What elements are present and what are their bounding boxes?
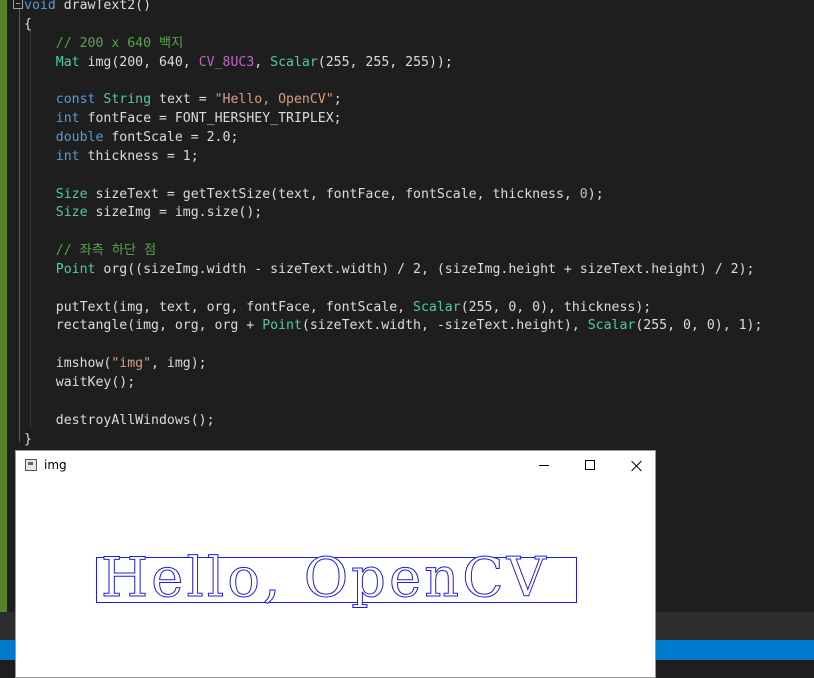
code-token: Scalar (587, 318, 636, 334)
image-canvas: Hello, OpenCV (16, 481, 655, 677)
code-token: Size (55, 186, 88, 202)
code-token: { (24, 16, 32, 32)
code-token: imshow( (24, 356, 112, 372)
code-token: Point (262, 318, 302, 334)
code-token: img(200, 640, (79, 54, 199, 70)
code-token: int (55, 148, 80, 164)
rendered-hello-text: Hello, OpenCV (101, 546, 549, 609)
code-line[interactable]: // 200 x 640 백지 (24, 34, 184, 53)
code-line[interactable]: void drawText2() (24, 0, 151, 15)
code-token: "img" (111, 356, 152, 372)
text-bounding-rectangle: Hello, OpenCV (96, 547, 577, 608)
code-line[interactable]: int fontFace = FONT_HERSHEY_TRIPLEX; (24, 109, 342, 128)
maximize-icon (585, 460, 595, 470)
code-token: ; (333, 92, 342, 108)
code-line[interactable]: const String text = "Hello, OpenCV"; (24, 90, 342, 109)
code-line[interactable]: putText(img, text, org, fontFace, fontSc… (24, 298, 652, 317)
code-token: // 좌측 하단 점 (24, 243, 157, 259)
code-token: ); (587, 186, 604, 202)
close-button[interactable] (613, 451, 659, 481)
code-line[interactable]: waitKey(); (24, 373, 135, 392)
close-icon (629, 458, 645, 474)
code-line[interactable]: { (24, 15, 32, 34)
code-token: "Hello, OpenCV" (214, 92, 334, 108)
code-token: String (103, 92, 152, 108)
code-token: // 200 x 640 백지 (24, 35, 184, 51)
code-line[interactable]: Point org((sizeImg.width - sizeText.widt… (24, 260, 755, 279)
code-token: int (55, 111, 80, 127)
window-title: img (44, 458, 67, 472)
code-token: Scalar (413, 299, 461, 315)
code-token: sizeImg = img.size(); (87, 205, 263, 221)
code-token: text = (151, 92, 215, 108)
code-token: (255, 0, 0), thickness); (460, 299, 652, 315)
code-line[interactable]: Mat img(200, 640, CV_8UC3, Scalar(255, 2… (24, 53, 453, 72)
code-token: (sizeText.width, -sizeText.height), (301, 318, 588, 334)
outline-gutter (19, 6, 20, 442)
code-line[interactable]: Size sizeText = getTextSize(text, fontFa… (24, 185, 604, 204)
code-token: double (55, 129, 104, 145)
minimize-icon (539, 465, 549, 466)
collapse-icon[interactable]: − (13, 0, 23, 9)
window-app-icon (25, 459, 37, 471)
maximize-button[interactable] (567, 451, 613, 481)
window-titlebar[interactable]: img (16, 451, 655, 481)
code-token: sizeText = getTextSize(text, fontFace, f… (87, 186, 580, 202)
image-window[interactable]: img Hello, OpenCV (15, 450, 656, 678)
code-token: (255, 255, 255)); (317, 54, 453, 70)
code-token: putText(img, text, org, fontFace, fontSc… (24, 299, 414, 315)
code-token: CV_8UC3 (198, 54, 255, 70)
code-token: org((sizeImg.width - sizeText.width) / 2… (95, 261, 755, 277)
code-token: destroyAllWindows(); (24, 412, 215, 428)
code-line[interactable]: int thickness = 1; (24, 147, 199, 166)
code-token: , img); (151, 356, 207, 372)
code-token: rectangle(img, org, org + (24, 318, 263, 334)
code-token: waitKey(); (24, 375, 136, 390)
change-indicator-bar (0, 0, 7, 612)
code-token: Size (55, 205, 88, 221)
code-line[interactable]: // 좌측 하단 점 (24, 241, 156, 260)
code-token: const (55, 92, 96, 108)
code-line[interactable]: } (24, 430, 32, 449)
code-token: Scalar (270, 54, 318, 70)
code-token: void (24, 0, 56, 13)
code-line[interactable]: double fontScale = 2.0; (24, 128, 239, 147)
minimize-button[interactable] (521, 451, 567, 481)
code-token: Point (55, 261, 96, 277)
code-line[interactable]: destroyAllWindows(); (24, 411, 215, 430)
code-line[interactable]: rectangle(img, org, org + Point(sizeText… (24, 316, 763, 335)
code-token: fontFace = FONT_HERSHEY_TRIPLEX; (79, 111, 342, 127)
code-token: drawText2() (55, 0, 152, 13)
code-token: thickness = 1; (79, 148, 199, 164)
code-line[interactable]: Size sizeImg = img.size(); (24, 203, 262, 222)
code-token: 0 (579, 186, 588, 202)
code-line[interactable]: imshow("img", img); (24, 354, 207, 373)
code-token: } (24, 431, 32, 447)
code-token: fontScale = 2.0; (103, 129, 239, 145)
code-token: Mat (55, 54, 80, 70)
code-token: , (254, 54, 271, 70)
code-token: (255, 0, 0), 1); (635, 318, 763, 334)
